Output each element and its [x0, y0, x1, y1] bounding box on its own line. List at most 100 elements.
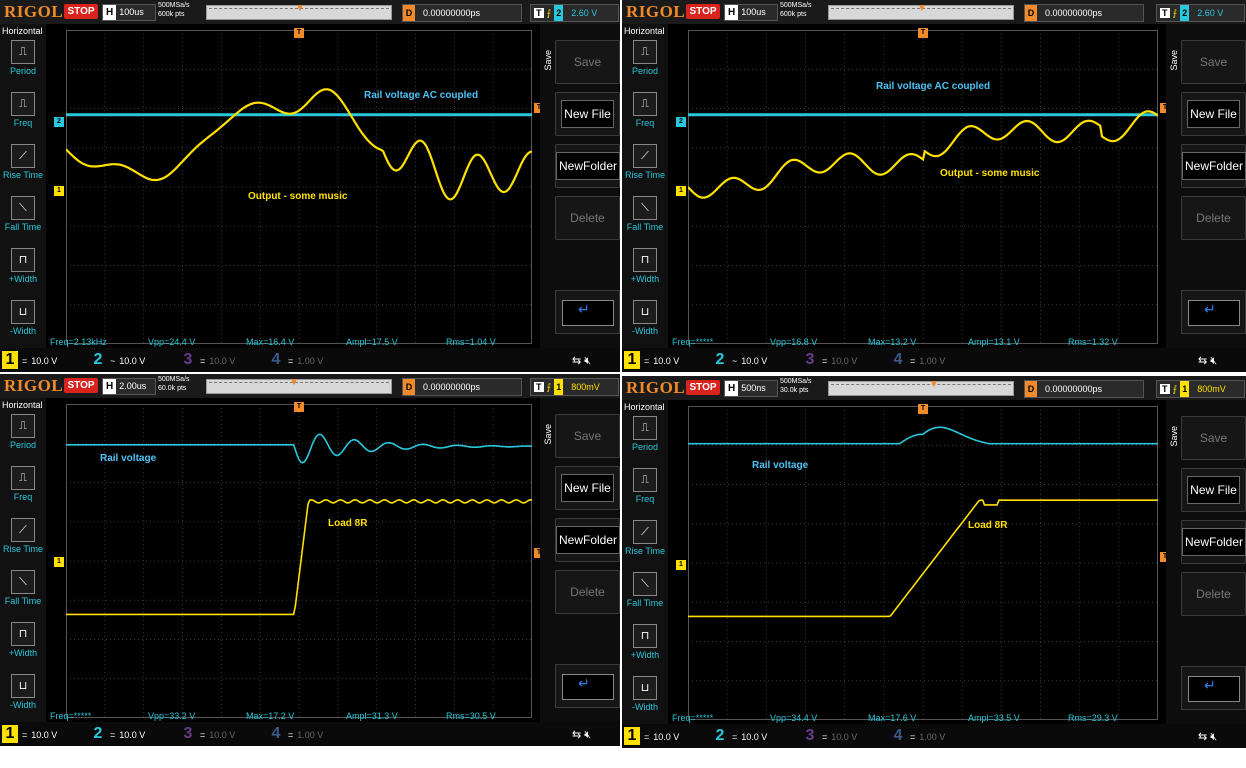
- delete-button[interactable]: Delete: [555, 196, 620, 240]
- save-button[interactable]: Save: [1181, 40, 1246, 84]
- new-folder-button[interactable]: NewFolder: [555, 518, 620, 562]
- enter-button[interactable]: ↵: [1181, 290, 1246, 334]
- save-button[interactable]: Save: [555, 414, 620, 458]
- measure-item-negative-width[interactable]: ⊔ -Width: [0, 674, 46, 710]
- horizontal-timebase[interactable]: H 100us: [102, 4, 156, 21]
- new-file-button[interactable]: New File: [1181, 468, 1246, 512]
- enter-arrow-icon: ↵: [1204, 301, 1216, 317]
- horizontal-timebase[interactable]: H 2.00us: [102, 378, 156, 395]
- trigger-type-label: T: [534, 8, 544, 18]
- enter-button[interactable]: ↵: [1181, 666, 1246, 710]
- channel-2-setting[interactable]: 2 ~10.0 V: [712, 351, 768, 369]
- new-folder-button[interactable]: NewFolder: [1181, 144, 1246, 188]
- delay-box[interactable]: D 0.00000000ps: [1024, 380, 1144, 398]
- measure-item-frequency[interactable]: ⎍ Freq: [622, 92, 668, 128]
- new-file-button[interactable]: New File: [555, 92, 620, 136]
- run-stop-status[interactable]: STOP: [686, 380, 720, 395]
- measure-item-period[interactable]: ⎍ Period: [0, 414, 46, 450]
- positive-width-icon: ⊓: [11, 248, 35, 272]
- channel-1-setting[interactable]: 1 = 10.0 V: [624, 351, 679, 369]
- measure-item-fall-time[interactable]: ⟍ Fall Time: [0, 570, 46, 606]
- channel-2-setting[interactable]: 2 = 10.0 V: [712, 727, 768, 745]
- channel-3-setting[interactable]: 3 = 10.0 V: [802, 351, 858, 369]
- measure-item-period[interactable]: ⎍ Period: [622, 416, 668, 452]
- channel-4-setting[interactable]: 4 = 1.00 V: [268, 351, 324, 369]
- measure-item-frequency[interactable]: ⎍ Freq: [0, 92, 46, 128]
- channel-1-setting[interactable]: 1 = 10.0 V: [2, 725, 57, 743]
- channel-scale: 10.0 V: [831, 732, 858, 742]
- measure-item-frequency[interactable]: ⎍ Freq: [0, 466, 46, 502]
- measure-item-positive-width[interactable]: ⊓ +Width: [0, 248, 46, 284]
- measure-item-fall-time[interactable]: ⟍ Fall Time: [622, 572, 668, 608]
- delay-box[interactable]: D 0.00000000ps: [402, 4, 522, 22]
- new-folder-button[interactable]: NewFolder: [1181, 520, 1246, 564]
- trigger-box[interactable]: T ⨍ 2 2.60 V: [530, 4, 619, 22]
- channel-2-setting[interactable]: 2 ~10.0 V: [90, 351, 146, 369]
- delay-box[interactable]: D 0.00000000ps: [402, 378, 522, 396]
- measurement-value: Max=17.6 V: [868, 713, 917, 723]
- measure-item-negative-width[interactable]: ⊔ -Width: [622, 676, 668, 712]
- new-file-button[interactable]: New File: [555, 466, 620, 510]
- measure-item-rise-time[interactable]: ⟋ Rise Time: [0, 144, 46, 180]
- horizontal-timebase[interactable]: H 100us: [724, 4, 778, 21]
- memory-depth-value: 60.0k pts: [158, 385, 187, 392]
- coupling-icon: =: [732, 732, 738, 742]
- measure-item-negative-width[interactable]: ⊔ -Width: [622, 300, 668, 336]
- trigger-box[interactable]: T ⨍ 2 2.60 V: [1156, 4, 1245, 22]
- channel-1-offset-marker: 1: [54, 557, 64, 567]
- measure-item-label: +Width: [8, 648, 38, 658]
- frequency-icon: ⎍: [11, 92, 35, 116]
- horizontal-timebase[interactable]: H 500ns: [724, 380, 778, 397]
- trigger-box[interactable]: T ⨍ 1 800mV: [1156, 380, 1245, 398]
- run-stop-status[interactable]: STOP: [686, 4, 720, 19]
- timebase-value: 500ns: [741, 383, 766, 393]
- measure-item-positive-width[interactable]: ⊓ +Width: [622, 248, 668, 284]
- save-button[interactable]: Save: [555, 40, 620, 84]
- new-file-button[interactable]: New File: [1181, 92, 1246, 136]
- channel-scale: 10.0 V: [119, 356, 146, 366]
- measure-item-label: -Width: [631, 326, 658, 336]
- channel-1-setting[interactable]: 1 = 10.0 V: [2, 351, 57, 369]
- new-folder-button-label: NewFolder: [556, 152, 620, 180]
- delay-box[interactable]: D 0.00000000ps: [1024, 4, 1144, 22]
- new-folder-button[interactable]: NewFolder: [555, 144, 620, 188]
- memory-position-strip[interactable]: ▼: [206, 3, 392, 20]
- run-stop-status[interactable]: STOP: [64, 378, 98, 393]
- measure-item-rise-time[interactable]: ⟋ Rise Time: [622, 144, 668, 180]
- channel-4-setting[interactable]: 4 = 1.00 V: [268, 725, 324, 743]
- measure-item-fall-time[interactable]: ⟍ Fall Time: [622, 196, 668, 232]
- run-stop-status[interactable]: STOP: [64, 4, 98, 19]
- memory-position-strip[interactable]: ▼: [828, 379, 1014, 396]
- measure-item-fall-time[interactable]: ⟍ Fall Time: [0, 196, 46, 232]
- delete-button[interactable]: Delete: [1181, 572, 1246, 616]
- memory-depth-value: 30.0k pts: [780, 387, 809, 394]
- channel-4-setting[interactable]: 4 = 1.00 V: [890, 351, 946, 369]
- measure-item-negative-width[interactable]: ⊔ -Width: [0, 300, 46, 336]
- channel-2-setting[interactable]: 2 = 10.0 V: [90, 725, 146, 743]
- enter-button[interactable]: ↵: [555, 664, 620, 708]
- delete-button[interactable]: Delete: [1181, 196, 1246, 240]
- negative-width-icon: ⊔: [11, 674, 35, 698]
- measure-item-period[interactable]: ⎍ Period: [622, 40, 668, 76]
- channel-1-setting[interactable]: 1 = 10.0 V: [624, 727, 679, 745]
- measure-item-rise-time[interactable]: ⟋ Rise Time: [622, 520, 668, 556]
- usb-sound-icons: ⇆ 🔇︎: [1198, 355, 1218, 367]
- channel-3-setting[interactable]: 3 = 10.0 V: [180, 351, 236, 369]
- memory-position-strip[interactable]: ▼: [828, 3, 1014, 20]
- measure-item-positive-width[interactable]: ⊓ +Width: [622, 624, 668, 660]
- delete-button[interactable]: Delete: [555, 570, 620, 614]
- trigger-box[interactable]: T ⨍ 1 800mV: [530, 378, 619, 396]
- channel-4-setting[interactable]: 4 = 1.00 V: [890, 727, 946, 745]
- save-menu-panel: Save Save New File NewFolder Delete ↵: [540, 24, 620, 348]
- channel-3-setting[interactable]: 3 = 10.0 V: [802, 727, 858, 745]
- timebase-value: 100us: [741, 7, 766, 17]
- measure-item-positive-width[interactable]: ⊓ +Width: [0, 622, 46, 658]
- save-button[interactable]: Save: [1181, 416, 1246, 460]
- negative-width-icon: ⊔: [11, 300, 35, 324]
- measure-item-period[interactable]: ⎍ Period: [0, 40, 46, 76]
- enter-button[interactable]: ↵: [555, 290, 620, 334]
- memory-position-strip[interactable]: ▼: [206, 377, 392, 394]
- channel-3-setting[interactable]: 3 = 10.0 V: [180, 725, 236, 743]
- measure-item-frequency[interactable]: ⎍ Freq: [622, 468, 668, 504]
- measure-item-rise-time[interactable]: ⟋ Rise Time: [0, 518, 46, 554]
